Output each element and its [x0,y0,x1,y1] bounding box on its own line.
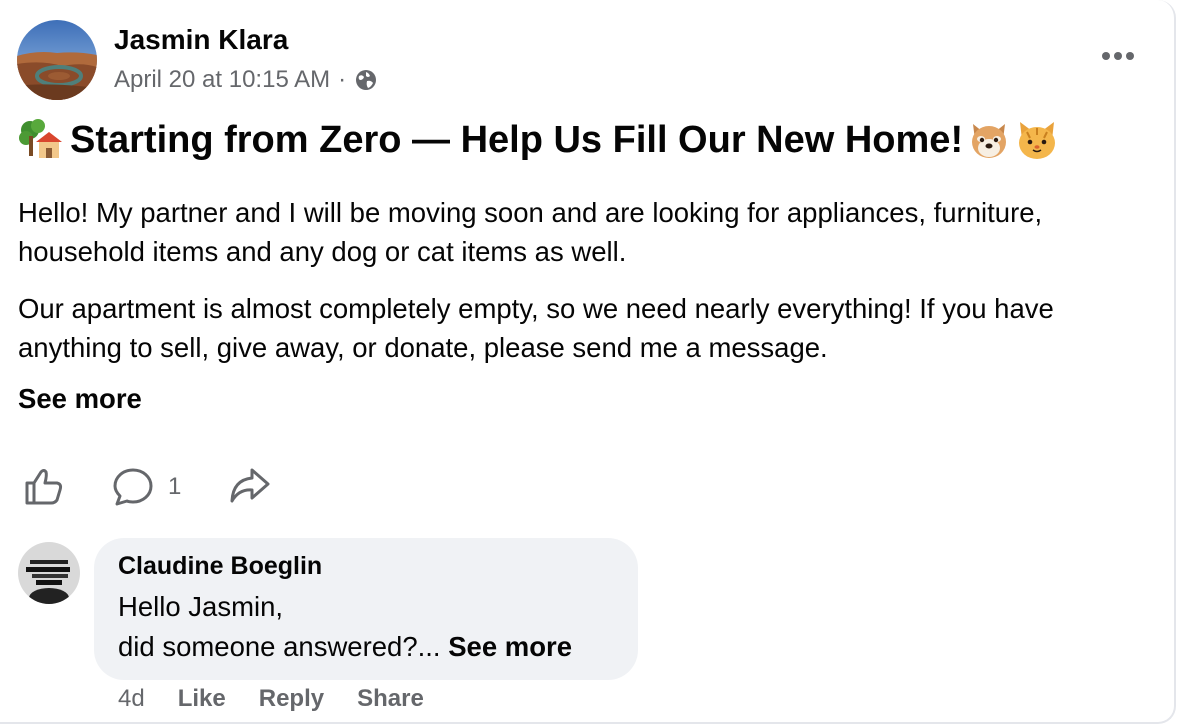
dog-face-emoji [967,118,1011,162]
comment-actions: 4d Like Reply Share [118,685,457,713]
post-timestamp[interactable]: April 20 at 10:15 AM [114,66,330,94]
post-paragraph: Our apartment is almost completely empty… [18,293,1054,363]
comment-line-with-more: did someone answered?... See more [118,627,614,667]
comment-age[interactable]: 4d [118,685,145,713]
post-body: Hello! My partner and I will be moving s… [18,193,1158,385]
share-button[interactable] [228,466,272,506]
comment-reply-button[interactable]: Reply [259,685,324,713]
comment-icon [113,468,153,506]
comment-text: Hello Jasmin, did someone answered?... S… [118,587,614,667]
like-button[interactable] [22,464,66,508]
comment-line: did someone answered?... [118,631,441,662]
tree-house-emoji [18,118,62,162]
comment-share-button[interactable]: Share [357,685,424,713]
globe-icon [356,70,377,90]
comment-button[interactable]: 1 [112,466,181,508]
more-dots-icon [1102,52,1134,60]
see-more-button[interactable]: See more [18,383,142,415]
comment-see-more-button[interactable]: See more [448,631,572,662]
comment-bubble: Claudine Boeglin Hello Jasmin, did someo… [94,538,638,680]
comment-line: Hello Jasmin, [118,591,284,622]
author-name[interactable]: Jasmin Klara [114,24,288,56]
post-title: Starting from Zero — Help Us Fill Our Ne… [18,118,1158,162]
more-options-button[interactable] [1098,42,1138,70]
post-paragraph: Hello! My partner and I will be moving s… [18,197,1043,267]
commenter-avatar[interactable] [18,542,80,604]
author-avatar[interactable] [17,20,97,100]
comment-count: 1 [168,473,182,500]
post-title-text: Starting from Zero — Help Us Fill Our Ne… [70,118,964,161]
post-meta: April 20 at 10:15 AM · [114,66,378,94]
cat-face-emoji [1015,118,1059,162]
meta-separator: · [338,66,347,93]
thumbs-up-icon [25,469,63,505]
share-icon [230,468,270,503]
commenter-name[interactable]: Claudine Boeglin [118,552,614,581]
comment-like-button[interactable]: Like [178,685,226,713]
